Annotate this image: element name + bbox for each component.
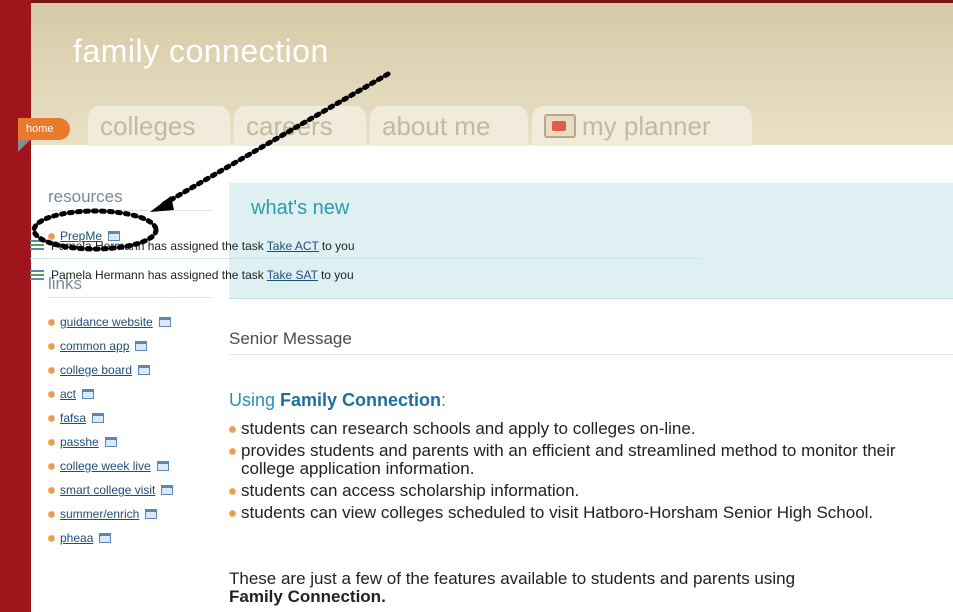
new-window-icon[interactable] (145, 509, 158, 519)
features-list: students can research schools and apply … (229, 420, 949, 526)
closing-text: These are just a few of the features ava… (229, 570, 949, 606)
link-item: summer/enrich (48, 502, 173, 526)
bullet-icon (48, 366, 55, 374)
link-fafsa[interactable]: fafsa (60, 411, 86, 425)
link-passhe[interactable]: passhe (60, 435, 99, 449)
task-icon (30, 269, 44, 281)
feature-text: provides students and parents with an ef… (241, 441, 896, 478)
senior-message-heading: Senior Message (229, 329, 953, 355)
bullet-icon (229, 488, 236, 495)
new-window-icon[interactable] (104, 437, 117, 447)
tab-home[interactable]: home (18, 118, 70, 140)
closing-brand: Family Connection. (229, 587, 386, 606)
link-pheaa[interactable]: pheaa (60, 531, 93, 545)
link-guidance-website[interactable]: guidance website (60, 315, 153, 329)
bullet-icon (48, 486, 55, 494)
new-window-icon[interactable] (99, 533, 112, 543)
tab-careers[interactable]: careers (234, 106, 366, 146)
bullet-icon (229, 448, 236, 455)
link-item: college board (48, 358, 173, 382)
tab-about-me-label: about me (382, 111, 491, 141)
bullet-icon (48, 438, 55, 446)
whats-new-title: what's new (251, 197, 350, 219)
link-item: guidance website (48, 310, 173, 334)
feature-text: students can access scholarship informat… (241, 481, 580, 500)
feature-item: provides students and parents with an ef… (229, 442, 949, 478)
home-tab-notch (18, 140, 30, 152)
tab-my-planner[interactable]: my planner (532, 106, 752, 146)
tab-colleges[interactable]: colleges (88, 106, 230, 146)
link-item: passhe (48, 430, 173, 454)
feature-text: students can view colleges scheduled to … (241, 503, 874, 522)
new-window-icon[interactable] (135, 341, 148, 351)
news-text: Pamela Hermann has assigned the task (51, 238, 264, 253)
link-item: act (48, 382, 173, 406)
left-brand-bar (0, 0, 31, 612)
news-suffix: to you (320, 268, 354, 282)
bullet-icon (48, 318, 55, 326)
resources-heading: resources (48, 187, 213, 211)
link-summer-enrich[interactable]: summer/enrich (60, 507, 139, 521)
bullet-icon (48, 510, 55, 518)
link-common-app[interactable]: common app (60, 339, 129, 353)
task-link-take-act[interactable]: Take ACT (267, 239, 319, 253)
task-icon (30, 240, 44, 251)
news-item: Pamela Hermann has assigned the task Tak… (30, 262, 700, 288)
using-prefix: Using (229, 390, 281, 410)
news-text: Pamela Hermann has assigned the task (51, 268, 264, 282)
news-suffix: to you (321, 238, 355, 253)
feature-item: students can research schools and apply … (229, 420, 949, 438)
link-item: smart college visit (48, 478, 174, 502)
bullet-icon (48, 414, 55, 422)
tab-my-planner-label: my planner (582, 111, 711, 141)
task-link-take-sat[interactable]: Take SAT (267, 268, 318, 282)
new-window-icon[interactable] (82, 389, 95, 399)
bullet-icon (48, 342, 55, 350)
tab-about-me[interactable]: about me (370, 106, 528, 146)
link-item: common app (48, 334, 173, 358)
new-window-icon[interactable] (156, 461, 169, 471)
new-window-icon[interactable] (138, 365, 151, 375)
link-act[interactable]: act (60, 387, 76, 401)
link-college-week-live[interactable]: college week live (60, 459, 151, 473)
feature-text: students can research schools and apply … (241, 419, 696, 438)
bullet-icon (48, 390, 55, 398)
news-item: Pamela Hermann has assigned the task Tak… (30, 233, 700, 259)
tab-colleges-label: colleges (100, 111, 196, 141)
link-smart-college-visit[interactable]: smart college visit (60, 483, 155, 497)
using-suffix: : (441, 390, 447, 410)
bullet-icon (48, 534, 55, 542)
bullet-icon (229, 426, 236, 433)
link-item: fafsa (48, 406, 173, 430)
closing-sentence: These are just a few of the features ava… (229, 569, 796, 588)
link-item: pheaa (48, 526, 173, 550)
link-item: college week live (48, 454, 173, 478)
new-window-icon[interactable] (158, 317, 171, 327)
feature-item: students can view colleges scheduled to … (229, 504, 949, 522)
planner-icon (544, 114, 576, 138)
feature-item: students can access scholarship informat… (229, 482, 949, 500)
using-heading: Using Family Connection: (229, 390, 446, 411)
link-college-board[interactable]: college board (60, 363, 132, 377)
using-brand: Family Connection (280, 390, 442, 410)
new-window-icon[interactable] (92, 413, 105, 423)
new-window-icon[interactable] (161, 485, 174, 495)
app-title: family connection (73, 33, 329, 69)
tab-careers-label: careers (246, 111, 333, 141)
bullet-icon (48, 462, 55, 470)
links-list: guidance website common app college boar… (48, 310, 174, 550)
bullet-icon (229, 510, 236, 517)
